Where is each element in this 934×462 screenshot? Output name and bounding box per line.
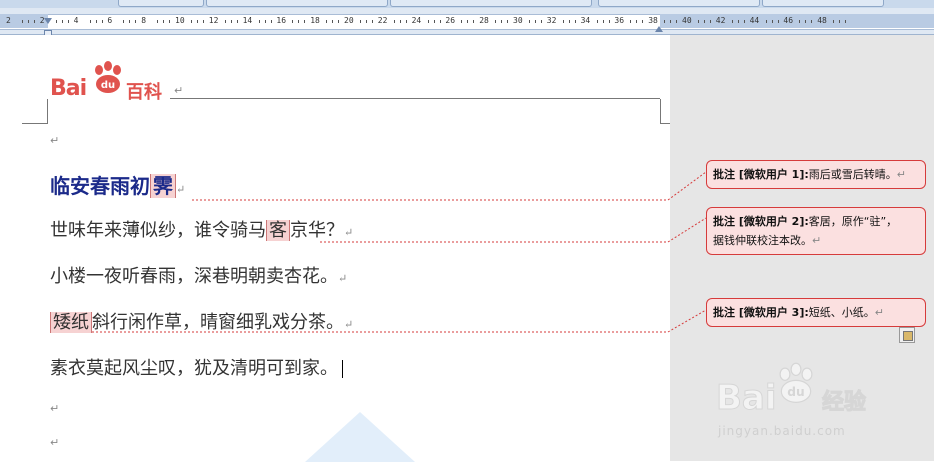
watermark-cn: 经验 <box>821 390 867 416</box>
watermark-url: jingyan.baidu.com <box>718 424 846 438</box>
paragraph-mark: ↵ <box>812 234 822 247</box>
paragraph-mark: ↵ <box>896 168 906 181</box>
paste-options-icon[interactable] <box>899 327 915 343</box>
watermark-brand: Bai <box>716 378 778 419</box>
comment-text: 客居，原作“驻”， <box>808 215 898 228</box>
comment-text: 短纸、小纸。 <box>808 306 875 319</box>
watermark-paw-icon: du <box>779 362 813 403</box>
watermark-paw-text: du <box>787 385 804 399</box>
comment-label: 批注 [微软用户 3]: <box>713 306 809 319</box>
comment-balloon-2[interactable]: 批注 [微软用户 2]:客居，原作“驻”， 据钱仲联校注本改。↵ <box>706 207 926 255</box>
comment-label: 批注 [微软用户 1]: <box>713 168 809 181</box>
comment-balloon-3[interactable]: 批注 [微软用户 3]:短纸、小纸。↵ <box>706 298 926 327</box>
comment-balloon-1[interactable]: 批注 [微软用户 1]:雨后或雪后转晴。↵ <box>706 160 926 189</box>
comment-label: 批注 [微软用户 2]: <box>713 215 809 228</box>
baidu-jingyan-watermark: Bai du 经验 jingyan.baidu.com <box>716 358 886 448</box>
comment-text: 雨后或雪后转晴。 <box>808 168 897 181</box>
decorative-triangle <box>305 412 415 462</box>
comment-text: 据钱仲联校注本改。 <box>713 234 812 247</box>
paragraph-mark: ↵ <box>874 306 884 319</box>
